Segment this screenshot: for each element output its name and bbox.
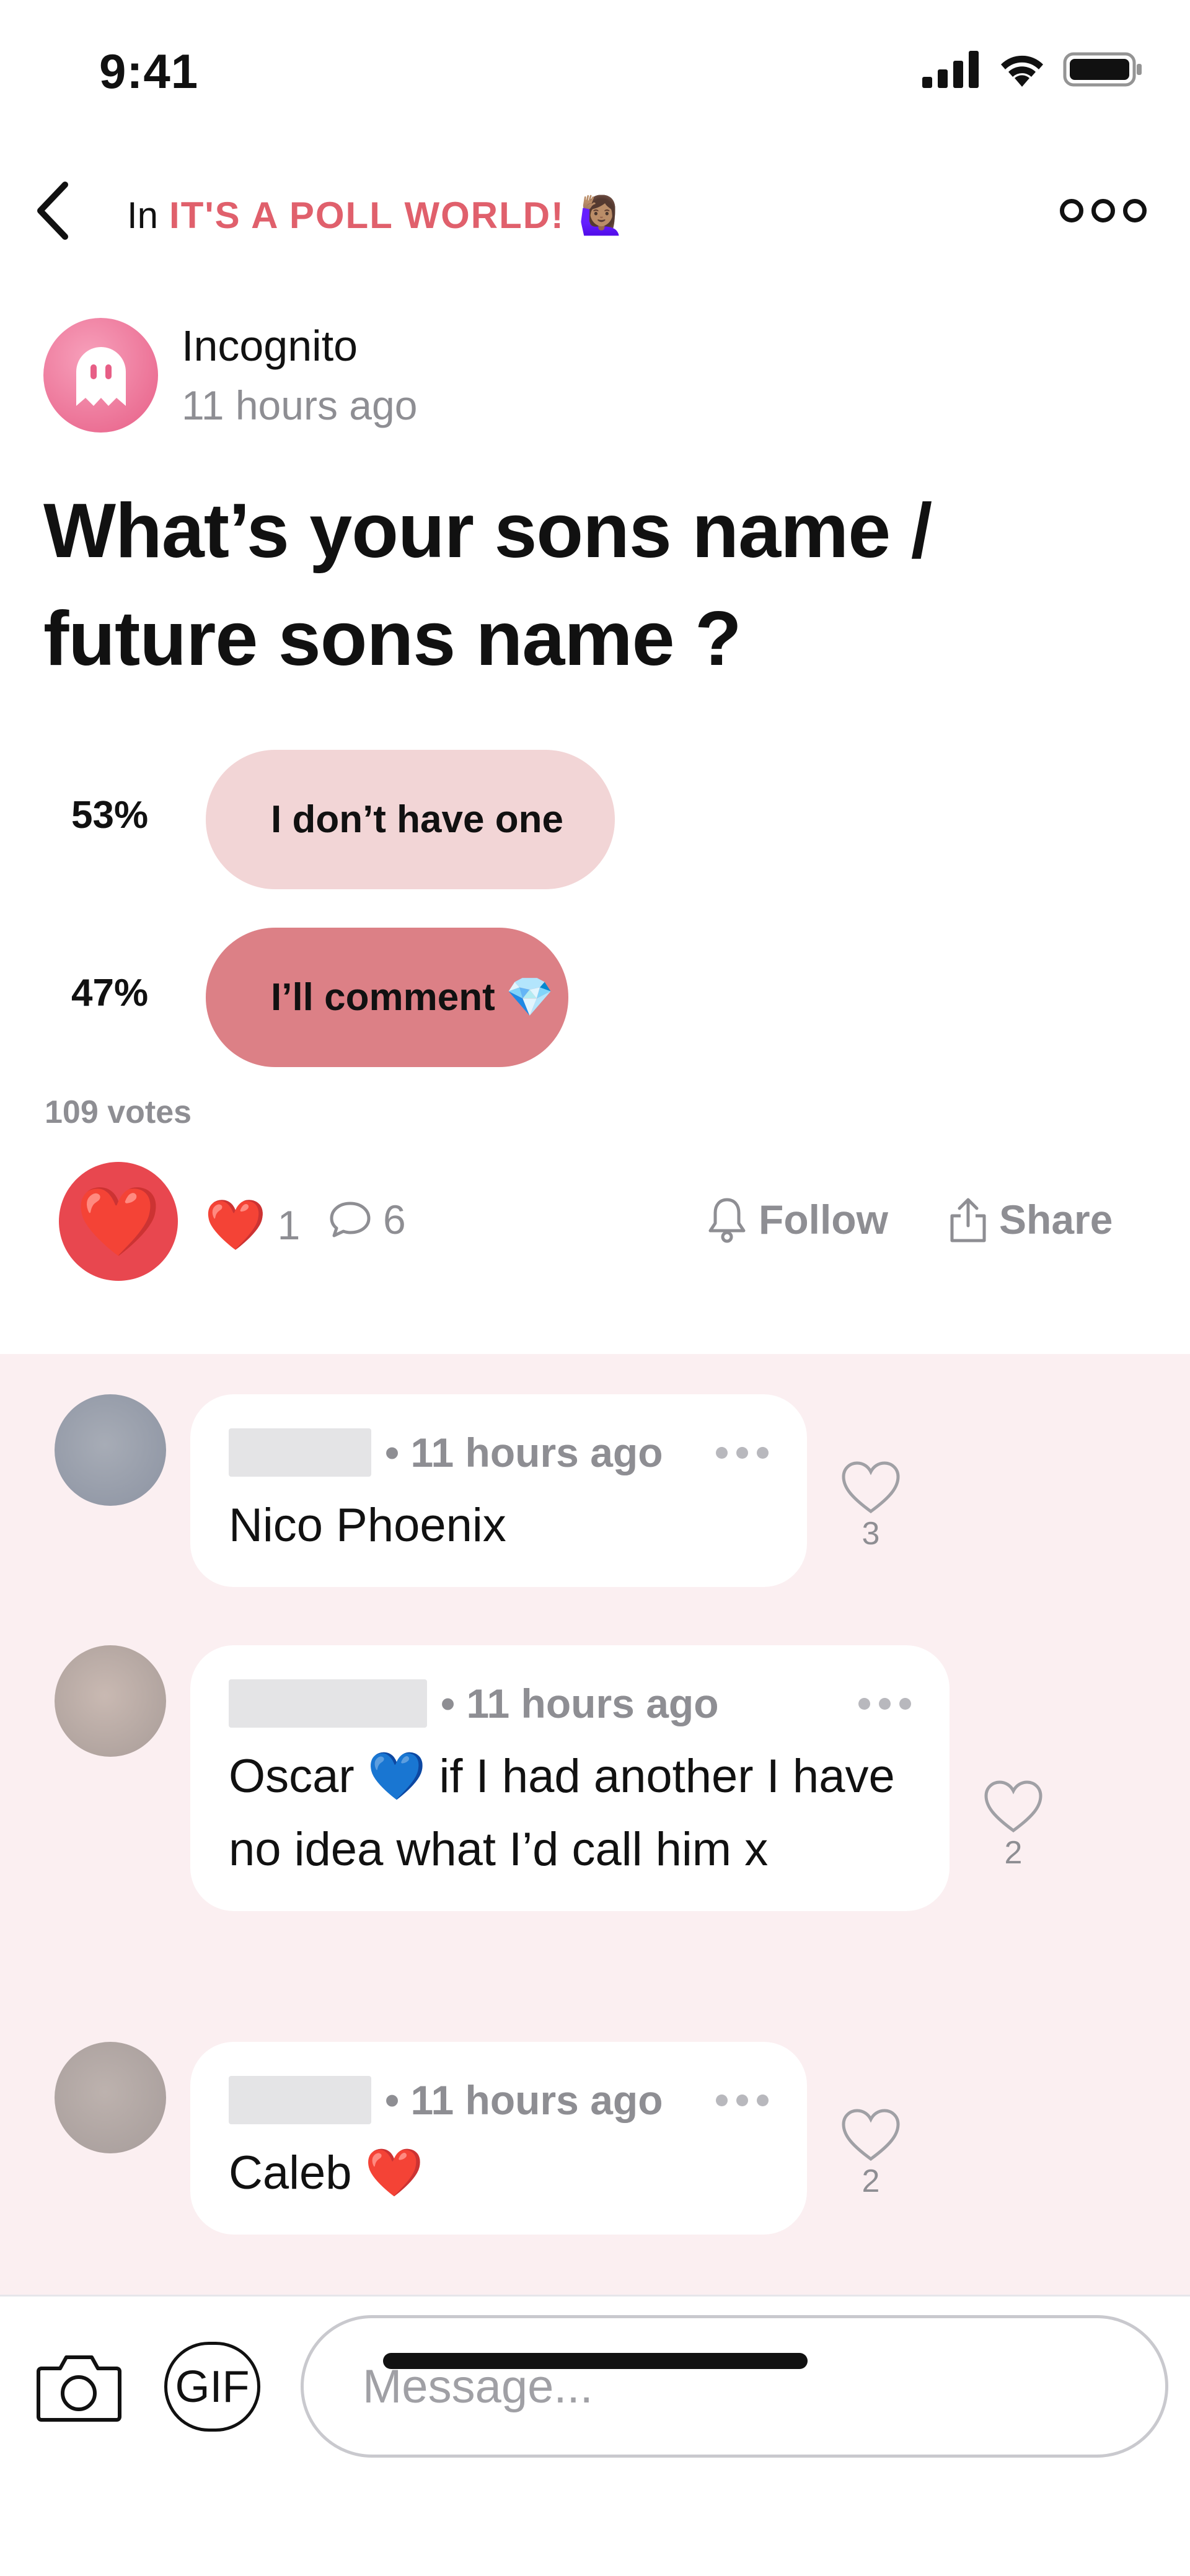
comment-bubble: • 11 hours ago Oscar 💙 if I had another … <box>190 1645 950 1911</box>
follow-button[interactable]: Follow <box>707 1196 888 1243</box>
comment-header: • 11 hours ago <box>229 1428 769 1477</box>
comment-time: • 11 hours ago <box>385 1430 663 1475</box>
more-dot-icon <box>1123 199 1147 222</box>
comment-count-value: 6 <box>383 1197 406 1242</box>
status-time: 9:41 <box>99 44 199 99</box>
comment-more-button[interactable] <box>679 2094 769 2106</box>
author-avatar[interactable] <box>43 317 158 433</box>
comment-header: • 11 hours ago <box>229 2076 769 2124</box>
comment-bubble: • 11 hours ago Nico Phoenix <box>190 1394 807 1587</box>
poll-option-bar[interactable]: I don’t have one <box>206 750 615 889</box>
comment-bubble: • 11 hours ago Caleb ❤️ <box>190 2042 807 2235</box>
poll-option-label: I don’t have one <box>271 798 563 841</box>
heart-outline-icon <box>984 1780 1042 1833</box>
message-composer: GIF <box>0 2295 1190 2576</box>
share-label: Share <box>999 1197 1113 1242</box>
comment-bubble-icon <box>328 1200 372 1239</box>
community-emoji: 🙋🏽‍♀️ <box>578 195 625 236</box>
comment-text: Nico Phoenix <box>229 1499 506 1552</box>
comment-time: • 11 hours ago <box>441 1681 719 1726</box>
heart-icon: ❤️ <box>76 1183 161 1260</box>
nav-bar: In IT'S A POLL WORLD! 🙋🏽‍♀️ <box>0 167 1190 254</box>
comment-time: • 11 hours ago <box>385 2077 663 2123</box>
post-time: 11 hours ago <box>182 382 418 428</box>
comment-avatar[interactable] <box>55 2042 166 2153</box>
comment-author-redacted[interactable] <box>229 1679 427 1728</box>
vote-count: 109 votes <box>45 1094 192 1130</box>
wifi-icon <box>1001 55 1043 87</box>
bell-icon <box>707 1196 747 1243</box>
more-dot-icon <box>1091 199 1115 222</box>
post-title: What’s your sons name / future sons name… <box>43 488 932 682</box>
follow-label: Follow <box>759 1197 888 1242</box>
comment-more-button[interactable] <box>821 1697 911 1710</box>
comment-like-count: 3 <box>862 1516 880 1552</box>
comment-header: • 11 hours ago <box>229 1679 911 1728</box>
poll-option-label: I’ll comment 💎 <box>271 976 554 1019</box>
camera-button[interactable] <box>34 2342 124 2432</box>
battery-icon <box>1063 52 1142 87</box>
community-link[interactable]: In IT'S A POLL WORLD! 🙋🏽‍♀️ <box>127 193 625 237</box>
poll-option[interactable]: 53% I don’t have one <box>0 750 1190 889</box>
share-icon <box>948 1196 988 1243</box>
chevron-left-icon <box>37 182 68 240</box>
like-count[interactable]: ❤️ 1 <box>205 1196 300 1254</box>
comment-text: Caleb ❤️ <box>229 2147 424 2199</box>
react-button[interactable]: ❤️ <box>59 1162 178 1281</box>
nav-in-label: In <box>127 195 159 236</box>
share-button[interactable]: Share <box>948 1196 1113 1243</box>
author-name: Incognito <box>182 322 358 370</box>
status-bar: 9:41 <box>0 0 1190 143</box>
like-count-value: 1 <box>277 1202 301 1248</box>
comment-like-button[interactable]: 3 <box>840 1459 902 1552</box>
poll-option[interactable]: 47% I’ll comment 💎 <box>0 928 1190 1067</box>
ghost-icon <box>76 347 126 406</box>
post-actions: ❤️ ❤️ 1 6 Follow Share <box>0 1159 1190 1281</box>
camera-icon <box>37 2355 121 2422</box>
comment-text: Oscar 💙 if I had another I have no idea … <box>229 1750 895 1876</box>
community-name: IT'S A POLL WORLD! <box>169 195 565 236</box>
comment-like-count: 2 <box>862 2163 880 2199</box>
heart-outline-icon <box>842 2109 900 2161</box>
poll-option-bar[interactable]: I’ll comment 💎 <box>206 928 568 1067</box>
comment-like-count: 2 <box>1004 1835 1023 1871</box>
comment-author-redacted[interactable] <box>229 2076 371 2124</box>
heart-outline-icon <box>842 1461 900 1514</box>
message-input[interactable] <box>301 2315 1168 2458</box>
comment-like-button[interactable]: 2 <box>840 2107 902 2200</box>
home-indicator <box>383 2353 808 2369</box>
gif-label: GIF <box>175 2362 250 2412</box>
post-author: Incognito 11 hours ago <box>43 313 417 437</box>
author-info: Incognito 11 hours ago <box>182 321 417 429</box>
back-button[interactable] <box>25 180 81 242</box>
heart-icon: ❤️ <box>205 1197 267 1252</box>
more-options-button[interactable] <box>1060 195 1147 226</box>
comment-author-redacted[interactable] <box>229 1428 371 1477</box>
comment-avatar[interactable] <box>55 1645 166 1757</box>
comment-count[interactable]: 6 <box>328 1196 406 1243</box>
poll-percent: 47% <box>71 972 149 1014</box>
poll-percent: 53% <box>71 794 149 837</box>
more-dot-icon <box>1060 199 1083 222</box>
gif-button[interactable]: GIF <box>164 2342 260 2432</box>
status-icons <box>922 51 1144 88</box>
comment-like-button[interactable]: 2 <box>982 1778 1044 1871</box>
comment-avatar[interactable] <box>55 1394 166 1506</box>
comment-more-button[interactable] <box>679 1446 769 1459</box>
comments-section: • 11 hours ago Nico Phoenix 3 • 11 hours… <box>0 1354 1190 2296</box>
signal-icon <box>922 51 979 88</box>
